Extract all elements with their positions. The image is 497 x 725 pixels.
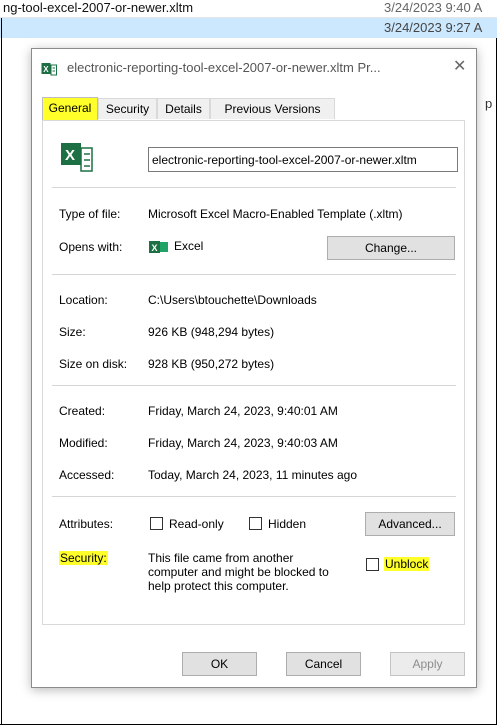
opens-with-label: Opens with: (59, 240, 123, 254)
divider (52, 274, 456, 275)
divider (52, 187, 456, 188)
file-date: 3/24/2023 9:40 A (384, 0, 483, 15)
svg-text:X: X (65, 147, 75, 164)
type-of-file-label: Type of file: (59, 207, 121, 221)
read-only-checkbox[interactable] (150, 517, 163, 530)
size-on-disk-label: Size on disk: (59, 357, 128, 371)
security-message-line: computer and might be blocked to (148, 565, 329, 579)
change-button[interactable]: Change... (327, 236, 455, 260)
excel-file-icon: X (41, 63, 57, 76)
security-message: This file came from another computer and… (148, 551, 329, 593)
tab-previous-versions[interactable]: Previous Versions (210, 98, 335, 119)
properties-dialog: X electronic-reporting-tool-excel-2007-o… (31, 48, 477, 688)
hidden-label[interactable]: Hidden (268, 517, 306, 531)
advanced-button[interactable]: Advanced... (365, 512, 455, 536)
attributes-label: Attributes: (59, 517, 114, 531)
type-of-file-value: Microsoft Excel Macro-Enabled Template (… (148, 207, 403, 221)
tab-general[interactable]: General (42, 97, 98, 120)
window-edge (1, 18, 2, 724)
tab-security[interactable]: Security (98, 98, 157, 119)
close-icon[interactable]: ✕ (453, 58, 466, 76)
cancel-button[interactable]: Cancel (286, 652, 361, 676)
created-label: Created: (59, 404, 106, 418)
dialog-title: electronic-reporting-tool-excel-2007-or-… (67, 60, 381, 75)
accessed-value: Today, March 24, 2023, 11 minutes ago (148, 468, 358, 482)
security-message-line: help protect this computer. (148, 579, 289, 593)
apply-button[interactable]: Apply (390, 652, 465, 676)
read-only-label[interactable]: Read-only (169, 517, 224, 531)
general-tab-panel: X electronic-reporting-tool-excel-2007-o… (42, 120, 465, 625)
unblock-label[interactable]: Unblock (384, 557, 430, 571)
location-value: C:\Users\btouchette\Downloads (148, 293, 317, 307)
file-date: 3/24/2023 9:27 A (384, 20, 483, 35)
location-label: Location: (59, 293, 108, 307)
divider (52, 496, 456, 497)
security-label: Security: (59, 551, 108, 565)
file-list-row-selected[interactable]: 3/24/2023 9:27 A (0, 18, 497, 38)
size-value: 926 KB (948,294 bytes) (148, 325, 275, 339)
size-label: Size: (59, 325, 86, 339)
opens-with-value: Excel (174, 239, 204, 253)
file-list-row[interactable]: ng-tool-excel-2007-or-newer.xltm 3/24/20… (0, 0, 497, 18)
accessed-label: Accessed: (59, 468, 115, 482)
excel-document-icon: X (61, 143, 93, 172)
filename-input[interactable]: electronic-reporting-tool-excel-2007-or-… (148, 147, 458, 172)
file-name: ng-tool-excel-2007-or-newer.xltm (3, 0, 194, 15)
modified-label: Modified: (59, 436, 108, 450)
security-message-line: This file came from another (148, 551, 294, 565)
size-on-disk-value: 928 KB (950,272 bytes) (148, 357, 275, 371)
excel-app-icon: X (149, 241, 168, 253)
svg-text:X: X (43, 65, 49, 74)
tab-details[interactable]: Details (157, 98, 210, 119)
divider (52, 385, 456, 386)
unblock-checkbox[interactable] (366, 558, 379, 571)
hidden-checkbox[interactable] (249, 517, 262, 530)
created-value: Friday, March 24, 2023, 9:40:01 AM (148, 404, 338, 418)
modified-value: Friday, March 24, 2023, 9:40:03 AM (148, 436, 338, 450)
background-text: p (485, 96, 493, 111)
svg-text:X: X (152, 243, 158, 253)
ok-button[interactable]: OK (182, 652, 257, 676)
title-bar[interactable]: X electronic-reporting-tool-excel-2007-o… (32, 49, 476, 89)
